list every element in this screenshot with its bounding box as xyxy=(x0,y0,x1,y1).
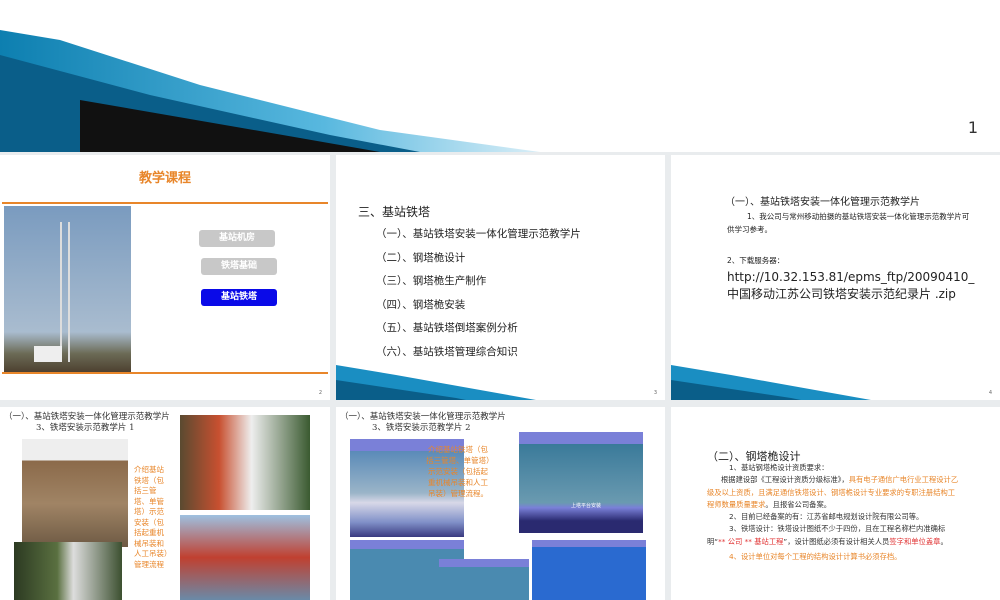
title-slide-area: 1 xyxy=(0,0,1000,152)
slide-subheading: 3、铁塔安装示范教学片 1 xyxy=(36,423,135,433)
req-line-2c: 。且报省公司备案。 xyxy=(765,499,832,509)
caption: 介绍基站铁塔（包括三管塔、单管塔）示范安装（包括起重机械吊装和人工吊装）管理流程 xyxy=(134,465,168,569)
slide-thumbnail-3[interactable]: 三、基站铁塔 （一）、基站铁塔安装一体化管理示范教学片 （二）、钢塔桅设计 （三… xyxy=(336,155,665,400)
swoosh-decoration xyxy=(671,365,871,400)
video-caption: 上塔平台安装 xyxy=(571,503,602,509)
req-line-3: 2、目前已经备案的有：江苏省邮电规划设计院有限公司等。 xyxy=(729,512,924,522)
topic-list: （一）、基站铁塔安装一体化管理示范教学片 （二）、钢塔桅设计 （三）、钢塔桅生产… xyxy=(376,226,581,367)
slide-thumbnail-4[interactable]: （一）、基站铁塔安装一体化管理示范教学片 1、我公司与常州移动拍摄的基站铁塔安装… xyxy=(671,155,1000,400)
page-number: 1 xyxy=(967,118,978,137)
slide-thumbnail-6[interactable]: （一）、基站铁塔安装一体化管理示范教学片 3、铁塔安装示范教学片 2 介绍基站铁… xyxy=(336,407,665,600)
video-frame-4 xyxy=(439,559,529,600)
slide-subheading: 3、铁塔安装示范教学片 2 xyxy=(372,423,471,433)
list-item: （三）、钢塔桅生产制作 xyxy=(376,275,487,287)
video-frame-platform: 上塔平台安装 xyxy=(519,432,643,533)
button-jizhan-jifang[interactable]: 基站机房 xyxy=(199,230,275,247)
list-item: （五）、基站铁塔倒塔案例分析 xyxy=(376,322,518,334)
photo-tower-trees xyxy=(14,542,122,600)
list-item: （一）、基站铁塔安装一体化管理示范教学片 xyxy=(376,228,581,240)
req-line-2a: 根据建设部《工程设计资质分级标准》， xyxy=(721,475,849,485)
list-item: （六）、基站铁塔管理综合知识 xyxy=(376,345,518,358)
slide-number: 3 xyxy=(653,390,657,396)
paragraph-1: 1、我公司与常州移动拍摄的基站铁塔安装一体化管理示范教学片可供学习参考。 xyxy=(727,212,970,234)
req-line-5: 4、设计单位对每个工程的结构设计计算书必须存档。 xyxy=(729,552,902,562)
design-requirements: 1、基站钢塔桅设计资质要求： 根据建设部《工程设计资质分级标准》，具有电子通信广… xyxy=(707,462,959,563)
paragraph-2: 2、下载服务器： http://10.32.153.81/epms_ftp/200… xyxy=(727,251,977,303)
button-tieta-jichu[interactable]: 铁塔基础 xyxy=(201,258,277,275)
slide-number: 4 xyxy=(988,390,992,396)
caption: 介绍基站铁塔（包括三管塔、单管塔）示范安装（包括起重机械吊装和人工吊装）管理流程… xyxy=(426,445,490,498)
divider xyxy=(2,202,328,204)
slide-heading: 三、基站铁塔 xyxy=(358,205,431,219)
tower-photo xyxy=(4,206,131,374)
slide-number: 2 xyxy=(318,390,322,396)
slide-thumbnail-5[interactable]: （一）、基站铁塔安装一体化管理示范教学片 3、铁塔安装示范教学片 1 介绍基站铁… xyxy=(0,407,330,600)
blue-swoosh-decoration xyxy=(0,30,540,152)
download-link[interactable]: http://10.32.153.81/epms_ftp/20090410_ 中… xyxy=(727,270,974,301)
req-line-4b: ** 公司 ** 基站工程 xyxy=(718,536,784,546)
photo-tower-base xyxy=(22,439,128,547)
list-item: （四）、钢塔桅安装 xyxy=(376,298,466,311)
req-line-4e: 。 xyxy=(940,536,948,546)
slide-thumbnail-2[interactable]: 教学课程 基站机房 铁塔基础 基站铁塔 2 xyxy=(0,155,330,400)
req-line-4d: 签字和单位盖章 xyxy=(889,536,941,546)
slide-heading: （一）、基站铁塔安装一体化管理示范教学片 xyxy=(725,197,920,208)
button-jizhan-tieta[interactable]: 基站铁塔 xyxy=(201,289,277,306)
photo-worker-1 xyxy=(180,415,310,510)
req-line-1: 1、基站钢塔桅设计资质要求： xyxy=(729,463,829,472)
video-frame-5 xyxy=(532,540,646,600)
divider xyxy=(2,372,328,374)
slide-thumbnail-7[interactable]: （二）、钢塔桅设计 1、基站钢塔桅设计资质要求： 根据建设部《工程设计资质分级标… xyxy=(671,407,1000,600)
req-line-4c: ”，设计图纸必须有设计相关人员 xyxy=(783,536,890,546)
list-item: （二）、钢塔桅设计 xyxy=(376,251,466,264)
photo-worker-2 xyxy=(180,515,310,600)
swoosh-decoration xyxy=(336,365,536,400)
slide-title: 教学课程 xyxy=(138,171,191,186)
download-label: 2、下载服务器： xyxy=(727,256,785,265)
